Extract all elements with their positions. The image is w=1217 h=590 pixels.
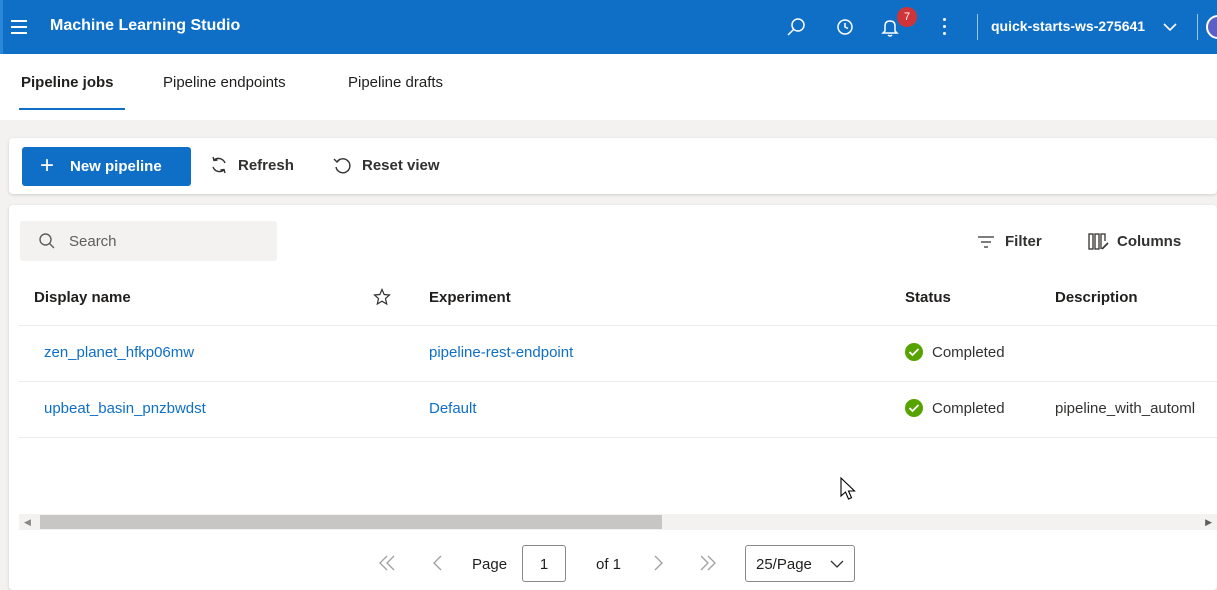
workspace-name[interactable]: quick-starts-ws-275641 [991, 18, 1145, 34]
row-divider [19, 437, 1217, 438]
active-tab-indicator [19, 108, 125, 110]
job-name-link[interactable]: zen_planet_hfkp06mw [44, 344, 194, 361]
new-pipeline-label: New pipeline [70, 158, 162, 175]
divider [977, 14, 978, 40]
command-bar: + New pipeline Refresh Reset view [9, 138, 1217, 194]
search-icon [39, 233, 55, 249]
chevron-down-icon [830, 560, 844, 568]
top-bar: Machine Learning Studio 7 quick-starts-w… [0, 0, 1217, 54]
filter-button[interactable]: Filter [1005, 233, 1042, 250]
reset-view-button[interactable]: Reset view [362, 157, 440, 174]
new-pipeline-button[interactable]: + New pipeline [22, 147, 191, 186]
scroll-right-icon[interactable]: ▶ [1205, 517, 1212, 528]
tab-pipeline-jobs[interactable]: Pipeline jobs [21, 74, 114, 91]
completed-check-icon [905, 399, 923, 417]
reset-icon[interactable] [332, 155, 352, 175]
tab-pipeline-drafts[interactable]: Pipeline drafts [348, 74, 443, 91]
top-bar-edge [0, 0, 3, 54]
column-header-experiment[interactable]: Experiment [429, 289, 511, 306]
columns-button[interactable]: Columns [1117, 233, 1181, 250]
page-label: Page [472, 556, 508, 573]
page-number-input[interactable]: 1 [522, 545, 566, 582]
clock-icon[interactable] [832, 14, 858, 40]
experiment-link[interactable]: Default [429, 400, 477, 417]
divider [1197, 14, 1198, 40]
column-header-status[interactable]: Status [905, 289, 951, 306]
hamburger-icon[interactable] [11, 20, 27, 34]
completed-check-icon [905, 343, 923, 361]
search-icon[interactable] [784, 14, 810, 40]
status-text: Completed [932, 344, 1005, 361]
refresh-icon[interactable] [209, 155, 229, 175]
scrollbar-thumb[interactable] [40, 515, 662, 529]
search-placeholder: Search [69, 233, 117, 250]
table-row[interactable]: upbeat_basin_pnzbwdst Default Completed … [19, 381, 1217, 437]
job-name-link[interactable]: upbeat_basin_pnzbwdst [44, 400, 206, 417]
pipeline-jobs-list: Search Filter Columns Display name Exper… [9, 205, 1217, 590]
page-size-value: 25/Page [756, 556, 812, 573]
scroll-left-icon[interactable]: ◀ [24, 517, 31, 528]
previous-page-icon[interactable] [431, 555, 443, 571]
mouse-cursor-icon [840, 476, 856, 500]
more-icon[interactable] [936, 14, 952, 40]
page-size-dropdown[interactable]: 25/Page [745, 545, 855, 582]
next-page-icon[interactable] [653, 555, 665, 571]
search-input[interactable]: Search [20, 221, 277, 261]
app-title[interactable]: Machine Learning Studio [50, 17, 240, 35]
column-header-display-name[interactable]: Display name [34, 289, 131, 306]
tab-pipeline-endpoints[interactable]: Pipeline endpoints [163, 74, 286, 91]
page-count: of 1 [596, 556, 622, 573]
notification-badge: 7 [897, 7, 917, 27]
avatar[interactable] [1206, 15, 1217, 39]
filter-icon[interactable] [977, 234, 995, 250]
experiment-link[interactable]: pipeline-rest-endpoint [429, 344, 573, 361]
plus-icon: + [40, 152, 55, 179]
description-text: pipeline_with_automl [1055, 400, 1196, 417]
columns-icon[interactable] [1088, 232, 1110, 252]
last-page-icon[interactable] [699, 555, 717, 571]
status-text: Completed [932, 400, 1005, 417]
chevron-down-icon[interactable] [1162, 19, 1178, 35]
first-page-icon[interactable] [378, 555, 396, 571]
refresh-button[interactable]: Refresh [238, 157, 294, 174]
column-header-description[interactable]: Description [1055, 289, 1138, 306]
table-row[interactable]: zen_planet_hfkp06mw pipeline-rest-endpoi… [19, 325, 1217, 381]
horizontal-scrollbar[interactable]: ◀ ▶ [19, 514, 1217, 530]
star-icon[interactable] [373, 288, 391, 306]
tab-bar: Pipeline jobs Pipeline endpoints Pipelin… [0, 54, 1217, 120]
